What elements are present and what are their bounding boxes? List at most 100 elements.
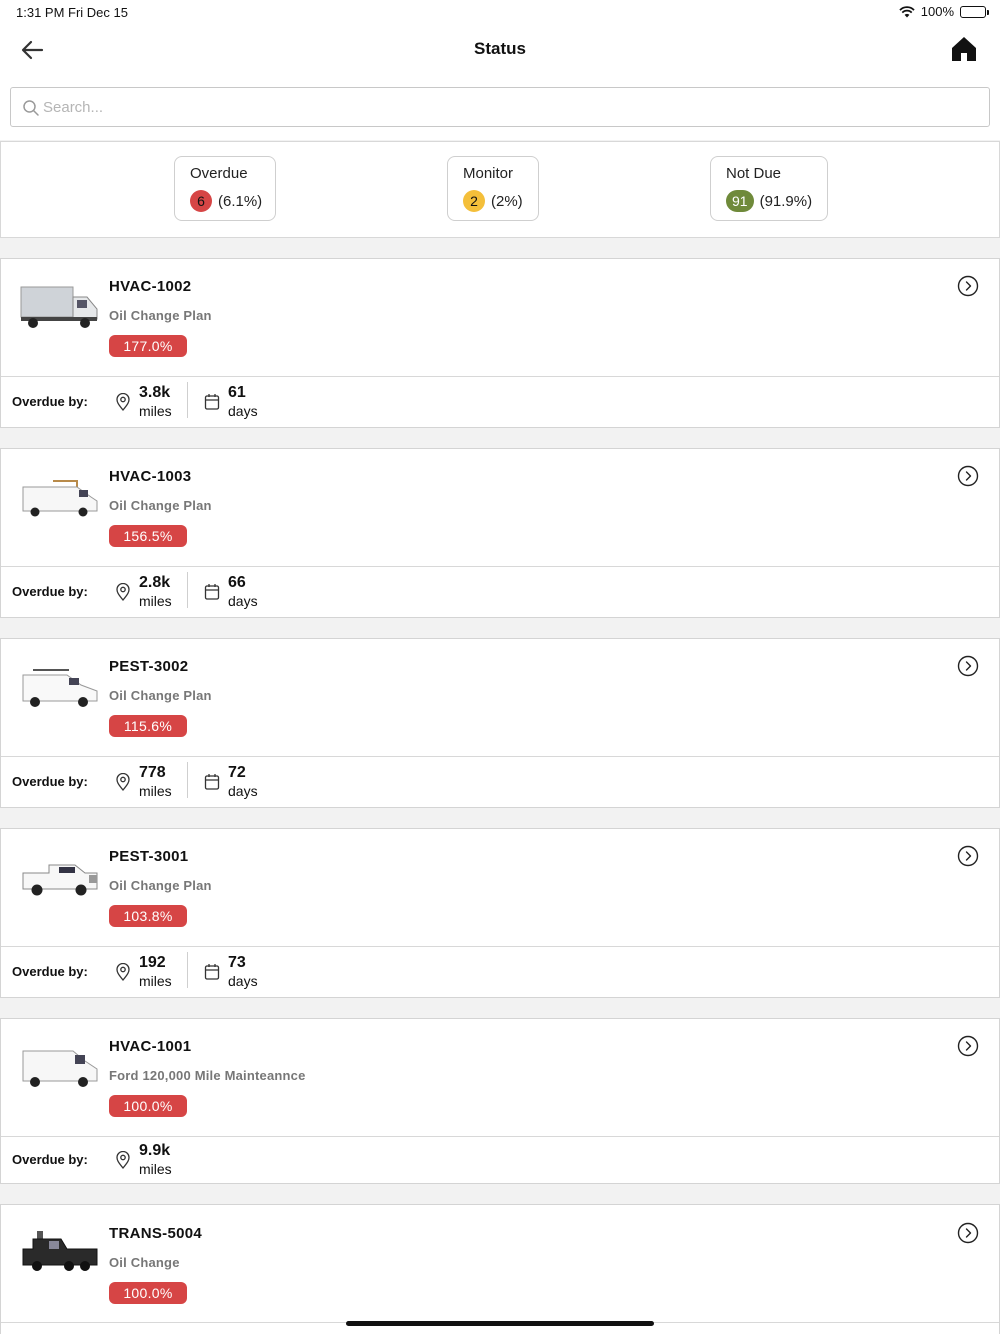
- calendar-icon: [204, 584, 220, 600]
- overdue-count-badge: 6: [190, 190, 212, 212]
- compact-van-image: [22, 669, 98, 707]
- days-unit: days: [228, 783, 258, 799]
- miles-value: 778: [139, 764, 166, 781]
- miles-unit: miles: [139, 973, 172, 989]
- days-value: 66: [228, 574, 246, 591]
- overdue-percent-badge: 115.6%: [109, 715, 187, 737]
- monitor-filter-chip[interactable]: Monitor 2 (2%): [447, 156, 539, 221]
- system-status-bar: 1:31 PM Fri Dec 15 100%: [0, 0, 1000, 24]
- overdue-percent-badge: 156.5%: [109, 525, 187, 547]
- calendar-icon: [204, 964, 220, 980]
- vehicle-name: PEST-3001: [109, 848, 189, 865]
- metric-divider: [187, 762, 188, 798]
- days-unit: days: [228, 593, 258, 609]
- maintenance-plan: Oil Change Plan: [109, 308, 212, 323]
- miles-value: 192: [139, 954, 166, 971]
- maintenance-plan: Ford 120,000 Mile Mainteannce: [109, 1068, 306, 1083]
- calendar-icon: [204, 774, 220, 790]
- vehicle-card[interactable]: PEST-3002 Oil Change Plan 115.6% Overdue…: [0, 638, 1000, 808]
- chip-label: Overdue: [190, 165, 248, 182]
- vehicle-card[interactable]: PEST-3001 Oil Change Plan 103.8% Overdue…: [0, 828, 1000, 998]
- overdue-percent: (6.1%): [218, 192, 263, 210]
- chip-label: Not Due: [726, 165, 782, 182]
- overdue-percent-badge: 103.8%: [109, 905, 187, 927]
- chevron-right-circle-icon[interactable]: [957, 275, 979, 297]
- overdue-percent-badge: 177.0%: [109, 335, 187, 357]
- not-due-percent: (91.9%): [759, 192, 813, 210]
- maintenance-plan: Oil Change Plan: [109, 498, 212, 513]
- vehicle-card[interactable]: TRANS-5004 Oil Change 100.0%: [0, 1204, 1000, 1334]
- days-value: 61: [228, 384, 246, 401]
- overdue-percent-badge: 100.0%: [109, 1095, 187, 1117]
- home-icon[interactable]: [950, 35, 978, 63]
- location-pin-icon: [116, 393, 130, 411]
- chevron-right-circle-icon[interactable]: [957, 1035, 979, 1057]
- monitor-count-badge: 2: [463, 190, 485, 212]
- wifi-icon: [899, 5, 915, 17]
- monitor-percent: (2%): [491, 192, 523, 210]
- miles-value: 9.9k: [139, 1142, 171, 1159]
- cargo-van-image: [22, 480, 98, 517]
- search-icon: [23, 100, 39, 116]
- page-title: Status: [474, 39, 526, 58]
- overdue-by-label: Overdue by:: [12, 1152, 88, 1167]
- maintenance-plan: Oil Change Plan: [109, 878, 212, 893]
- vehicle-name: TRANS-5004: [109, 1225, 203, 1242]
- date: Fri Dec 15: [68, 5, 128, 20]
- vehicle-name: HVAC-1002: [109, 278, 192, 295]
- status-icons: 100%: [899, 4, 989, 19]
- semi-truck-image: [22, 1231, 98, 1271]
- location-pin-icon: [116, 773, 130, 791]
- location-pin-icon: [116, 1151, 130, 1169]
- status-screen: 1:31 PM Fri Dec 15 100% Status Search...…: [0, 0, 1000, 1334]
- vehicle-name: HVAC-1003: [109, 468, 192, 485]
- miles-value: 3.8k: [139, 384, 171, 401]
- overdue-by-label: Overdue by:: [12, 964, 88, 979]
- miles-unit: miles: [139, 1161, 172, 1177]
- location-pin-icon: [116, 963, 130, 981]
- metric-divider: [187, 382, 188, 418]
- chevron-right-circle-icon[interactable]: [957, 655, 979, 677]
- miles-value: 2.8k: [139, 574, 171, 591]
- battery-percent: 100%: [920, 4, 954, 19]
- metric-divider: [187, 952, 188, 988]
- vehicle-name: PEST-3002: [109, 658, 189, 675]
- miles-unit: miles: [139, 783, 172, 799]
- miles-unit: miles: [139, 403, 172, 419]
- transit-van-image: [22, 1050, 98, 1087]
- not-due-count-badge: 91: [726, 190, 754, 212]
- calendar-icon: [204, 394, 220, 410]
- days-value: 72: [228, 764, 246, 781]
- chip-label: Monitor: [463, 165, 514, 182]
- overdue-by-label: Overdue by:: [12, 394, 88, 409]
- chevron-right-circle-icon[interactable]: [957, 1222, 979, 1244]
- home-indicator[interactable]: [346, 1321, 654, 1326]
- pickup-truck-image: [22, 864, 98, 896]
- vehicle-card[interactable]: HVAC-1002 Oil Change Plan 177.0% Overdue…: [0, 258, 1000, 428]
- overdue-filter-chip[interactable]: Overdue 6 (6.1%): [174, 156, 276, 221]
- not-due-filter-chip[interactable]: Not Due 91 (91.9%): [710, 156, 828, 221]
- box-truck-image: [20, 286, 98, 328]
- search-input[interactable]: [43, 88, 973, 126]
- vehicle-name: HVAC-1001: [109, 1038, 192, 1055]
- location-pin-icon: [116, 583, 130, 601]
- days-value: 73: [228, 954, 246, 971]
- overdue-by-label: Overdue by:: [12, 584, 88, 599]
- chevron-right-circle-icon[interactable]: [957, 465, 979, 487]
- battery-icon: [960, 5, 989, 18]
- days-unit: days: [228, 403, 258, 419]
- maintenance-plan: Oil Change: [109, 1255, 180, 1270]
- vehicle-card[interactable]: HVAC-1003 Oil Change Plan 156.5% Overdue…: [0, 448, 1000, 618]
- chevron-right-circle-icon[interactable]: [957, 845, 979, 867]
- overdue-by-label: Overdue by:: [12, 774, 88, 789]
- metric-divider: [187, 572, 188, 608]
- days-unit: days: [228, 973, 258, 989]
- miles-unit: miles: [139, 593, 172, 609]
- vehicle-card[interactable]: HVAC-1001 Ford 120,000 Mile Mainteannce …: [0, 1018, 1000, 1184]
- navigation-bar: Status: [0, 24, 1000, 76]
- status-summary: Overdue 6 (6.1%) Monitor 2 (2%) Not Due …: [0, 141, 1000, 238]
- maintenance-plan: Oil Change Plan: [109, 688, 212, 703]
- search-field[interactable]: [10, 87, 990, 127]
- overdue-percent-badge: 100.0%: [109, 1282, 187, 1304]
- clock: 1:31 PM: [16, 5, 65, 20]
